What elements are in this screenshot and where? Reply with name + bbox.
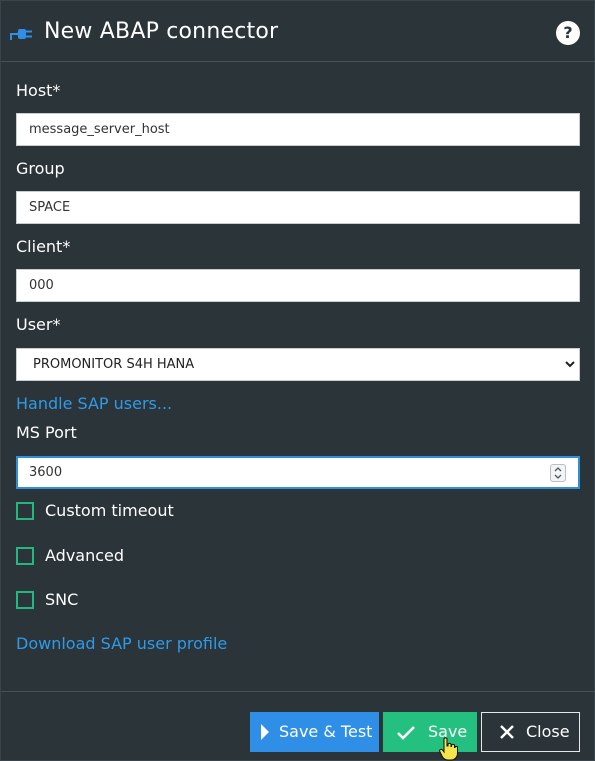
checkbox-box[interactable] — [16, 547, 34, 565]
client-label: Client* — [16, 237, 71, 256]
close-label: Close — [526, 722, 570, 741]
hand-cursor-icon — [439, 737, 458, 761]
close-icon — [500, 725, 514, 739]
save-and-test-button[interactable]: Save & Test — [250, 712, 379, 752]
group-input[interactable]: SPACE — [16, 191, 580, 224]
ms-port-label: MS Port — [16, 423, 77, 442]
client-input[interactable]: 000 — [16, 269, 580, 302]
ms-port-input[interactable]: 3600 — [16, 456, 580, 489]
host-input[interactable]: message_server_host — [16, 113, 580, 146]
close-button[interactable]: Close — [481, 712, 580, 752]
user-select[interactable]: PROMONITOR S4H HANA — [16, 348, 580, 381]
ms-port-value: 3600 — [29, 465, 63, 480]
group-label: Group — [16, 159, 65, 178]
handle-sap-users-link[interactable]: Handle SAP users... — [16, 394, 172, 413]
help-icon[interactable]: ? — [556, 21, 580, 45]
port-stepper[interactable] — [550, 464, 566, 482]
host-label: Host* — [16, 81, 61, 100]
save-and-test-label: Save & Test — [279, 722, 373, 741]
chevron-down-icon — [565, 361, 575, 368]
checkbox-label: Advanced — [45, 546, 125, 565]
footer-divider — [1, 691, 595, 692]
stepper-up-icon[interactable] — [554, 467, 562, 472]
dialog-title: New ABAP connector — [44, 19, 279, 44]
stepper-down-icon[interactable] — [554, 474, 562, 479]
checkbox-box[interactable] — [16, 591, 34, 609]
checkbox-label: Custom timeout — [45, 501, 174, 520]
checkbox-label: SNC — [45, 590, 79, 609]
abap-connector-dialog: New ABAP connector ? Host* message_serve… — [0, 0, 595, 761]
checkbox-box[interactable] — [16, 502, 34, 520]
save-button[interactable]: Save — [383, 712, 477, 752]
user-select-value: PROMONITOR S4H HANA — [33, 357, 195, 372]
play-icon — [261, 724, 269, 740]
user-label: User* — [16, 315, 61, 334]
dialog-header: New ABAP connector ? — [1, 1, 595, 62]
plug-icon — [10, 29, 32, 40]
check-icon — [397, 726, 415, 740]
download-sap-user-profile-link[interactable]: Download SAP user profile — [16, 634, 227, 653]
